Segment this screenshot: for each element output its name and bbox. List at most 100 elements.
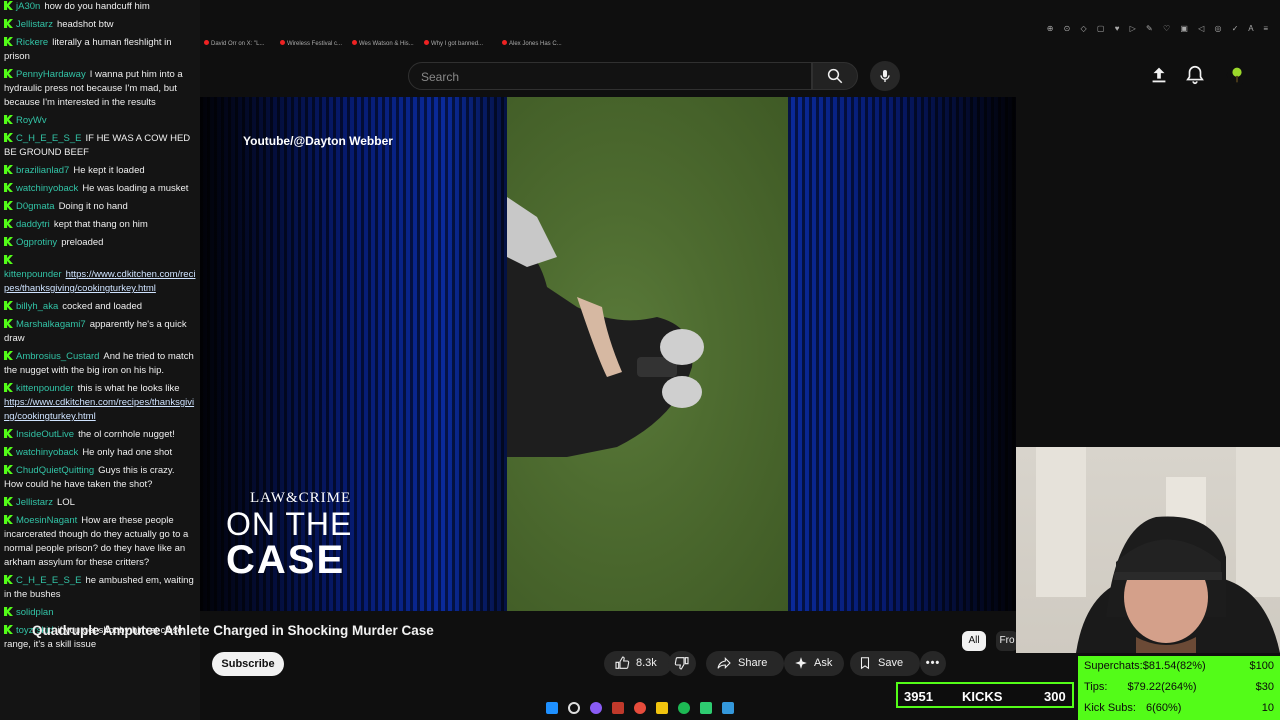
chat-username[interactable]: Jellistarz xyxy=(16,19,53,30)
bookmark-item[interactable]: Wes Watson & His... xyxy=(352,40,414,47)
chat-message: brazilianlad7 He kept it loaded xyxy=(0,164,200,178)
chat-username[interactable]: watchinyoback xyxy=(16,183,78,194)
chat-username[interactable]: Rickere xyxy=(16,37,48,48)
kicks-label: KICKS xyxy=(962,689,1003,704)
webcam-image xyxy=(1036,447,1280,653)
chat-message: ChudQuietQuitting Guys this is crazy. How… xyxy=(0,464,200,492)
chat-message: watchinyoback He only had one shot xyxy=(0,446,200,460)
chat-username[interactable]: kittenpounder xyxy=(4,269,62,280)
kick-badge-icon xyxy=(4,183,13,192)
kick-badge-icon xyxy=(4,301,13,310)
chat-message: jA30n how do you handcuff him xyxy=(0,0,200,14)
chat-text: how do you handcuff him xyxy=(44,1,150,12)
chat-username[interactable]: ChudQuietQuitting xyxy=(16,465,94,476)
chat-link[interactable]: https://www.cdkitchen.com/recipes/thanks… xyxy=(4,397,194,422)
chat-message: Jellistarz LOL xyxy=(0,496,200,510)
bookmark-item[interactable]: David Orr on X: "L... xyxy=(204,40,264,47)
dislike-button[interactable] xyxy=(668,651,696,676)
bookmark-icon xyxy=(860,657,870,670)
superchats-label: Superchats: xyxy=(1084,660,1143,672)
search-icon[interactable] xyxy=(568,702,580,714)
upload-icon[interactable] xyxy=(1148,64,1170,86)
chat-message: solidplan xyxy=(0,606,200,620)
search-icon xyxy=(827,68,843,84)
chat-username[interactable]: Ambrosius_Custard xyxy=(16,351,99,362)
video-subject-image xyxy=(507,197,704,457)
kick-badge-icon xyxy=(4,165,13,174)
kick-badge-icon xyxy=(4,1,13,10)
chat-message: PennyHardaway I wanna put him into a hydr… xyxy=(0,68,200,110)
video-title: Quadruple Amputee Athlete Charged in Sho… xyxy=(32,623,434,638)
chat-username[interactable]: MoesinNagant xyxy=(16,515,77,526)
superchats-value: $81.54(82%) xyxy=(1142,660,1206,672)
like-button[interactable]: 8.3k xyxy=(604,651,672,676)
chat-username[interactable]: InsideOutLive xyxy=(16,429,74,440)
chat-username[interactable]: billyh_aka xyxy=(16,301,58,312)
chat-message: daddytri kept that thang on him xyxy=(0,218,200,232)
donation-stats-panel: Superchats:$81.54(82%) $100 Tips: $79.22(2… xyxy=(1078,656,1280,720)
kick-badge-icon xyxy=(4,625,13,634)
more-actions-button[interactable]: ••• xyxy=(920,651,946,676)
chrome-icon[interactable] xyxy=(634,702,646,714)
chat-message: Ambrosius_Custard And he tried to match t… xyxy=(0,350,200,378)
chat-username[interactable]: RoyWv xyxy=(16,115,47,126)
kicks-goal: 300 xyxy=(1044,689,1066,704)
kick-badge-icon xyxy=(4,115,13,124)
chat-username[interactable]: C_H_E_E_S_E xyxy=(16,575,81,586)
bookmark-item[interactable]: Alex Jones Has C... xyxy=(502,40,562,47)
kick-badge-icon xyxy=(4,575,13,584)
tips-label: Tips: xyxy=(1084,681,1108,693)
avatar[interactable] xyxy=(1226,64,1248,86)
chat-text: kept that thang on him xyxy=(53,219,148,230)
chat-message: kittenpounder this is what he looks like … xyxy=(0,382,200,424)
spotify-icon[interactable] xyxy=(678,702,690,714)
search-input[interactable]: Search xyxy=(408,62,812,90)
chat-username[interactable]: brazilianlad7 xyxy=(16,165,69,176)
chat-username[interactable]: kittenpounder xyxy=(16,383,74,394)
save-button[interactable]: Save xyxy=(850,651,920,676)
thumbs-up-icon xyxy=(615,656,630,669)
chat-text: preloaded xyxy=(61,237,104,248)
chat-username[interactable]: C_H_E_E_S_E xyxy=(16,133,81,144)
chat-username[interactable]: jA30n xyxy=(16,1,40,12)
notifications-bell-icon[interactable] xyxy=(1184,64,1206,86)
chat-message: C_H_E_E_S_E IF HE WAS A COW HED BE GROUND… xyxy=(0,132,200,160)
kick-badge-icon xyxy=(4,447,13,456)
chat-username[interactable]: watchinyoback xyxy=(16,447,78,458)
chat-username[interactable]: daddytri xyxy=(16,219,50,230)
app-icon[interactable] xyxy=(590,702,602,714)
chat-message: billyh_aka cocked and loaded xyxy=(0,300,200,314)
chip-from-channel[interactable]: Fro xyxy=(996,631,1018,651)
share-button[interactable]: Share xyxy=(706,651,784,676)
video-clip-frame xyxy=(507,97,788,611)
app-icon[interactable] xyxy=(612,702,624,714)
chat-panel: jA30n how do you handcuff him Jellistarz he… xyxy=(0,0,200,720)
chat-text: Doing it no hand xyxy=(58,201,128,212)
subscribe-button[interactable]: Subscribe xyxy=(212,652,284,676)
telegram-icon[interactable] xyxy=(722,702,734,714)
xbox-icon[interactable] xyxy=(700,702,712,714)
search-button[interactable] xyxy=(812,62,858,90)
bookmark-item[interactable]: Wireless Festival c... xyxy=(280,40,342,47)
chat-text: cocked and loaded xyxy=(62,301,143,312)
bookmark-item[interactable]: Why I got banned... xyxy=(424,40,483,47)
chat-username[interactable]: Ogprotiny xyxy=(16,237,57,248)
chat-text: He only had one shot xyxy=(82,447,173,458)
chat-username[interactable]: solidplan xyxy=(16,607,54,618)
chat-username[interactable]: D0gmata xyxy=(16,201,55,212)
chat-message: Ogprotiny preloaded xyxy=(0,236,200,250)
law-and-crime-logo: LAW&CRIME ON THE CASE xyxy=(226,490,353,582)
share-icon xyxy=(717,657,731,670)
chat-username[interactable]: Marshalkagami7 xyxy=(16,319,86,330)
chat-message: watchinyoback He was loading a musket xyxy=(0,182,200,196)
windows-start-icon[interactable] xyxy=(546,702,558,714)
video-player[interactable]: Youtube/@Dayton Webber LAW&CRIME ON THE … xyxy=(200,97,1016,611)
ask-button[interactable]: Ask xyxy=(784,651,844,676)
folder-icon[interactable] xyxy=(656,702,668,714)
extension-icons[interactable]: ⊕ ⊙ ◇ ▢ ♥ ▷ ✎ ♡ ▣ ◁ ◎ ✓ A ≡ xyxy=(1047,24,1272,33)
voice-search-button[interactable] xyxy=(870,61,900,91)
kick-badge-icon xyxy=(4,69,13,78)
chip-all[interactable]: All xyxy=(962,631,986,651)
chat-username[interactable]: PennyHardaway xyxy=(16,69,86,80)
chat-username[interactable]: Jellistarz xyxy=(16,497,53,508)
